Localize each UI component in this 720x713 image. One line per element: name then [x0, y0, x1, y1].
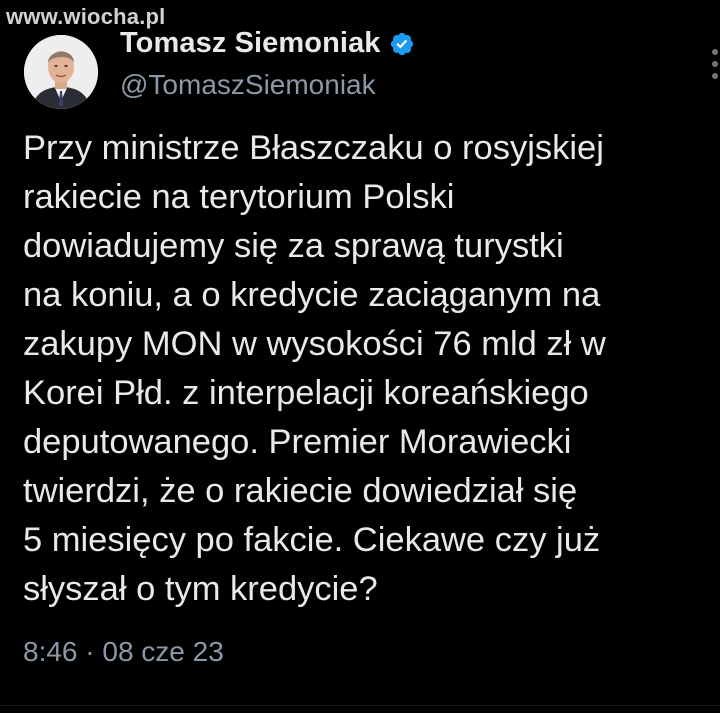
- tweet-text-line: Korei Płd. z interpelacji koreańskiego: [23, 374, 589, 412]
- tweet-text-line: Przy ministrze Błaszczaku o rosyjskiej: [23, 129, 604, 167]
- author-handle[interactable]: @TomaszSiemoniak: [120, 69, 376, 101]
- divider: [0, 705, 720, 706]
- avatar[interactable]: [24, 35, 98, 109]
- tweet-text-line: deputowanego. Premier Morawiecki: [23, 423, 572, 461]
- more-options-icon[interactable]: [699, 44, 720, 88]
- verified-badge-icon: [389, 31, 415, 57]
- tweet-text-line: słyszał o tym kredycie?: [23, 570, 378, 608]
- tweet-card: Tomasz Siemoniak @TomaszSiemoniak Przy m…: [0, 0, 720, 713]
- tweet-text-line: zakupy MON w wysokości 76 mld zł w: [23, 325, 606, 363]
- tweet-text-line: twierdzi, że o rakiecie dowiedział się: [23, 472, 578, 510]
- tweet-text: Przy ministrze Błaszczaku o rosyjskiej r…: [23, 124, 703, 614]
- watermark: www.wiocha.pl: [6, 4, 166, 29]
- tweet-text-line: rakiecie na terytorium Polski: [23, 178, 455, 216]
- tweet-text-line: dowiadujemy się za sprawą turystki: [23, 227, 564, 265]
- author-name-row: Tomasz Siemoniak: [120, 27, 415, 60]
- author-display-name[interactable]: Tomasz Siemoniak: [120, 27, 381, 60]
- tweet-text-line: 5 miesięcy po fakcie. Ciekawe czy już: [23, 521, 601, 559]
- tweet-timestamp[interactable]: 8:46 · 08 cze 23: [23, 636, 224, 668]
- tweet-text-line: na koniu, a o kredycie zaciąganym na: [23, 276, 601, 314]
